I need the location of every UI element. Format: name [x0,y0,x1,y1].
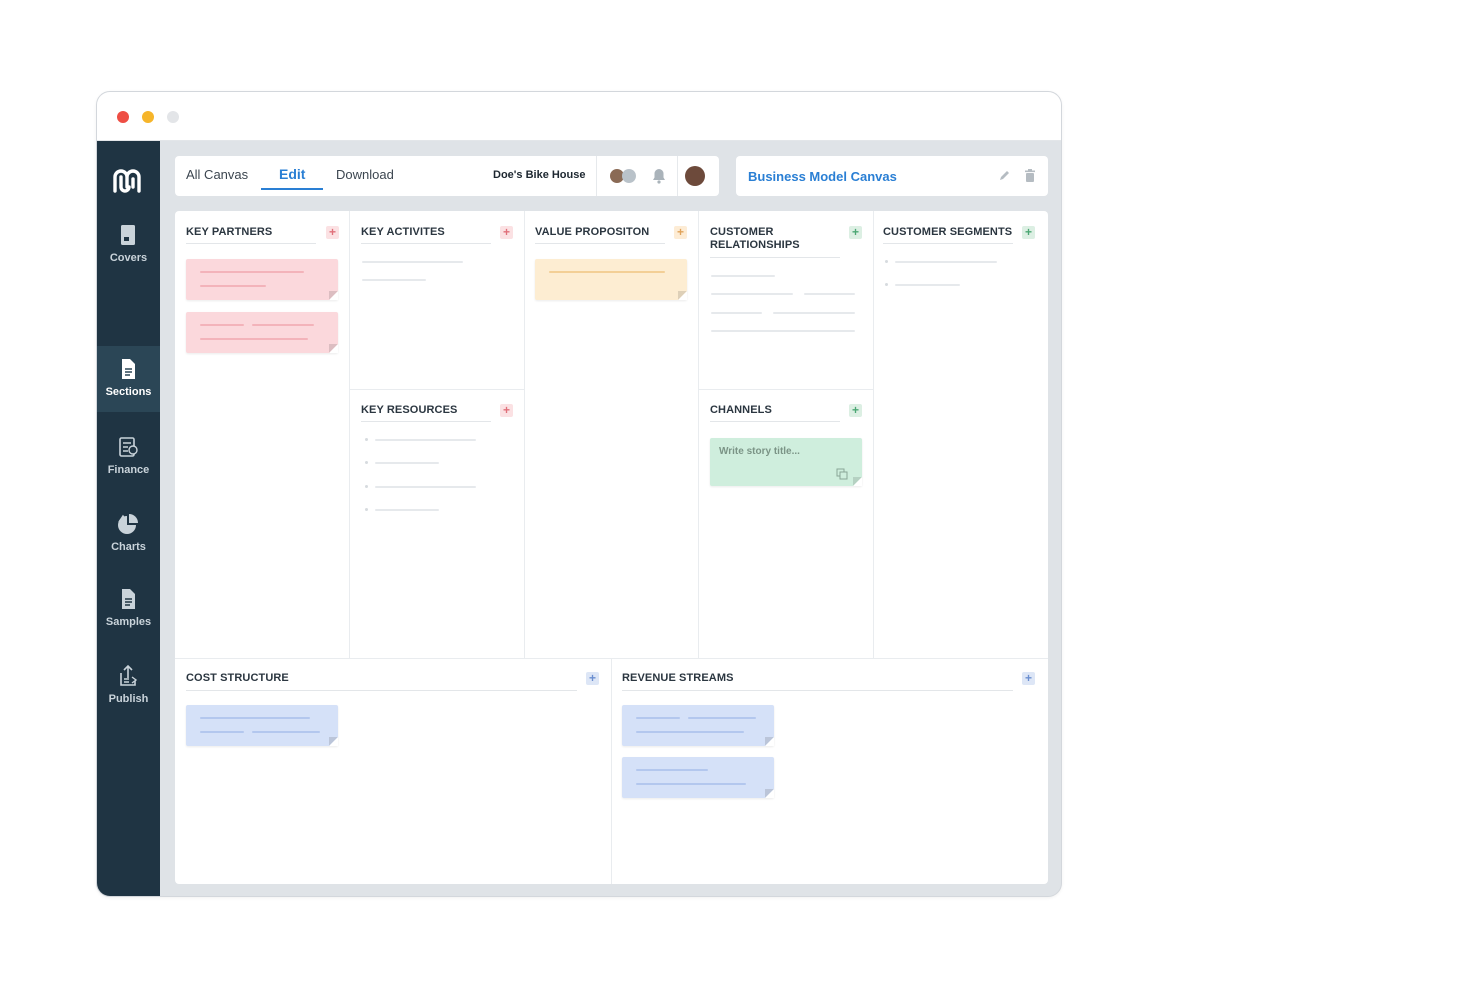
section-rule [186,243,316,244]
sidebar-item-label: Samples [105,616,152,628]
sidebar-item-charts[interactable]: Charts [97,501,160,567]
user-avatar[interactable] [685,166,705,186]
canvas-title[interactable]: Business Model Canvas [748,169,897,184]
section-channels: CHANNELS + Write story title... [710,404,862,644]
section-title: CUSTOMER RELATIONSHIPS [710,226,800,251]
column-divider [524,211,525,658]
sidebar-item-label: Publish [108,693,149,705]
section-title: REVENUE STREAMS [622,672,734,684]
samples-icon [122,589,135,609]
canvas-title-bar: Business Model Canvas [736,156,1048,196]
sidebar-item-covers[interactable]: Covers [97,212,160,278]
story-title-input[interactable]: Write story title... [719,446,800,457]
sidebar-item-label: Finance [107,464,150,476]
add-note-button[interactable]: + [849,404,862,417]
sticky-note[interactable] [186,312,338,353]
app-window: Covers Sections Finance Charts Samples P… [96,91,1062,897]
row-divider [349,389,524,390]
section-title: CUSTOMER SEGMENTS [883,226,1013,238]
column-divider [698,211,699,658]
finance-icon [119,437,138,457]
section-rule [361,243,491,244]
add-note-button[interactable]: + [674,226,687,239]
divider [596,156,597,196]
add-note-button[interactable]: + [326,226,339,239]
document-icon [122,359,135,379]
tab-download[interactable]: Download [336,167,394,182]
section-customer-segments: CUSTOMER SEGMENTS + [883,226,1035,646]
more-collaborators-avatar[interactable] [622,169,636,183]
sticky-note[interactable] [186,705,338,746]
section-rule [710,421,840,422]
section-title: KEY ACTIVITES [361,226,445,238]
top-toolbar: All Canvas Edit Download Doe's Bike Hous… [175,156,719,196]
copy-icon[interactable] [836,468,848,480]
section-rule [622,690,1013,691]
section-rule [883,243,1013,244]
add-note-button[interactable]: + [1022,226,1035,239]
project-name: Doe's Bike House [493,169,586,181]
section-title: KEY PARTNERS [186,226,273,238]
section-title: COST STRUCTURE [186,672,289,684]
tab-all-canvas[interactable]: All Canvas [186,167,248,182]
canvas-board: KEY PARTNERS + KEY ACTIVITES + KEY RESOU… [175,211,1048,884]
sidebar-item-publish[interactable]: Publish [97,653,160,719]
column-divider [611,658,612,884]
section-title: VALUE PROPOSITON [535,226,650,238]
story-note-editor[interactable]: Write story title... [710,438,862,486]
sidebar-item-finance[interactable]: Finance [97,424,160,490]
section-cost-structure: COST STRUCTURE + [186,672,599,872]
section-rule [710,257,840,258]
sticky-note[interactable] [535,259,687,300]
app-logo-icon[interactable] [111,165,145,195]
section-customer-relationships: CUSTOMER RELATIONSHIPS + [710,226,862,376]
active-tab-indicator [261,188,323,190]
add-note-button[interactable]: + [500,404,513,417]
section-value-proposition: VALUE PROPOSITON + [535,226,687,646]
section-rule [361,421,491,422]
section-title: CHANNELS [710,404,772,416]
publish-icon [120,664,138,686]
sidebar-item-label: Covers [109,252,148,264]
tab-edit[interactable]: Edit [279,166,305,182]
section-title: KEY RESOURCES [361,404,458,416]
add-note-button[interactable]: + [1022,672,1035,685]
section-key-partners: KEY PARTNERS + [186,226,339,646]
sticky-note[interactable] [622,705,774,746]
sticky-note[interactable] [622,757,774,798]
section-rule [186,690,577,691]
sidebar-item-label: Charts [111,541,146,553]
trash-icon[interactable] [1023,168,1037,184]
section-revenue-streams: REVENUE STREAMS + [622,672,1036,872]
covers-icon [121,225,135,245]
sidebar-item-samples[interactable]: Samples [97,576,160,642]
sidebar: Covers Sections Finance Charts Samples P… [97,141,160,896]
bell-icon[interactable] [652,168,666,184]
minimize-window-button[interactable] [142,111,154,123]
add-note-button[interactable]: + [500,226,513,239]
section-rule [535,243,665,244]
row-divider [698,389,873,390]
section-key-resources: KEY RESOURCES + [361,404,513,644]
column-divider [873,211,874,658]
divider [677,156,678,196]
window-titlebar [97,92,1061,141]
sticky-note[interactable] [186,259,338,300]
edit-pencil-icon[interactable] [997,168,1011,184]
sidebar-item-label: Sections [105,386,152,398]
add-note-button[interactable]: + [586,672,599,685]
add-note-button[interactable]: + [849,226,862,239]
sidebar-item-sections[interactable]: Sections [97,346,160,412]
column-divider [349,211,350,658]
pie-chart-icon [118,514,138,534]
maximize-window-button[interactable] [167,111,179,123]
section-key-activities: KEY ACTIVITES + [361,226,513,376]
close-window-button[interactable] [117,111,129,123]
